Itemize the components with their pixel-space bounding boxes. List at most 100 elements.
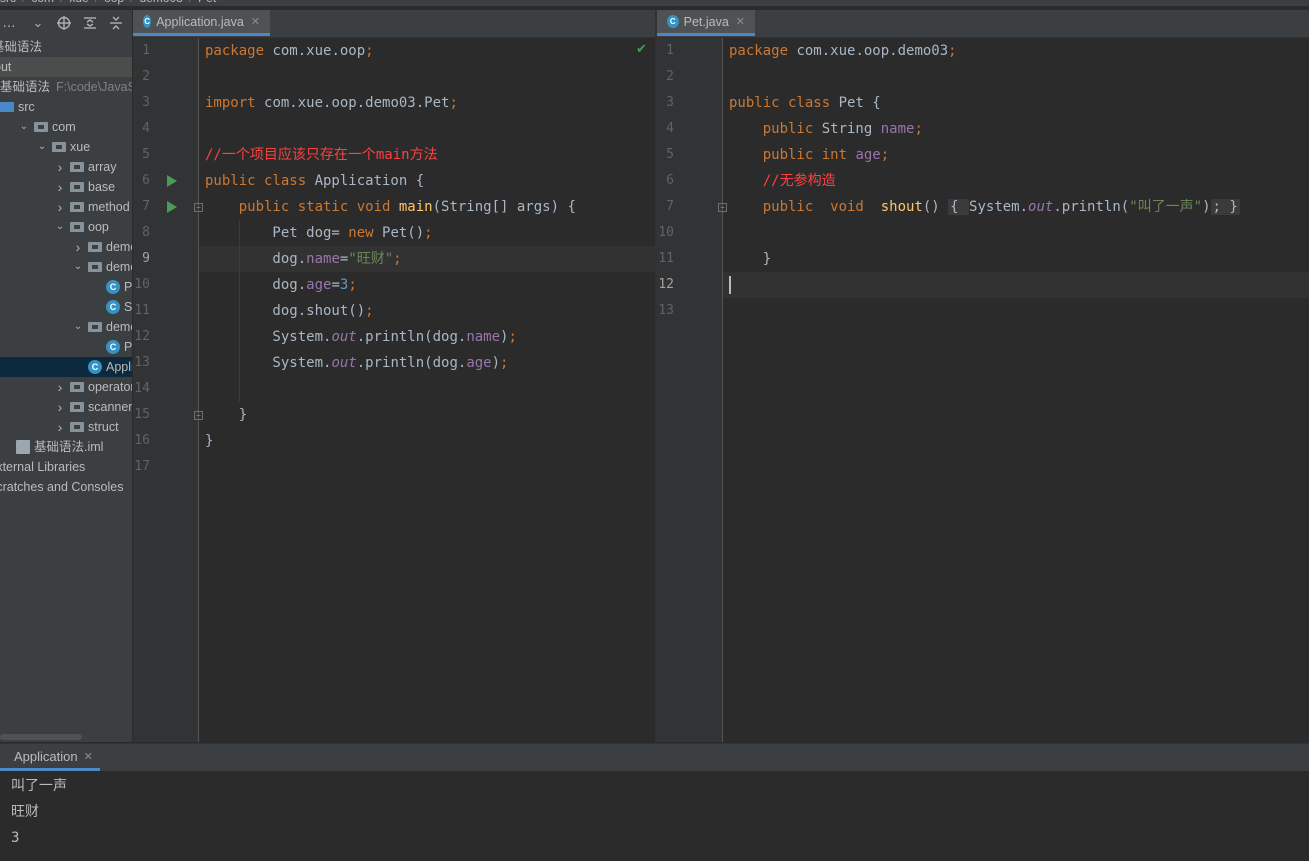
code-line[interactable] — [205, 64, 655, 90]
code-line[interactable]: package com.xue.oop.demo03; — [729, 38, 1309, 64]
code-token: System. — [205, 329, 332, 345]
tree-row-libs[interactable]: External Libraries — [0, 457, 132, 477]
code-line[interactable] — [205, 376, 655, 402]
chevron-down-icon[interactable]: ⌄ — [36, 137, 48, 157]
chevron-right-icon[interactable]: › — [72, 237, 84, 257]
tree-item-text: array — [88, 160, 117, 174]
line-number: 9 — [142, 251, 150, 266]
code-line[interactable]: } — [205, 428, 655, 454]
tree-row-package[interactable]: ⌄ oop — [0, 217, 132, 237]
code-area-right[interactable]: package com.xue.oop.demo03; public class … — [723, 38, 1309, 742]
code-line[interactable]: System.out.println(dog.name); — [205, 324, 655, 350]
chevron-right-icon[interactable]: › — [54, 157, 66, 177]
code-line[interactable]: dog.name="旺财"; — [205, 246, 655, 272]
code-line[interactable] — [205, 454, 655, 480]
class-icon: C — [667, 15, 679, 28]
chevron-right-icon[interactable]: › — [54, 177, 66, 197]
editor-tabbar-left: C Application.java ✕ — [133, 10, 655, 38]
tree-row-class[interactable]: C Person — [0, 277, 132, 297]
chevron-down-icon[interactable]: ⌄ — [54, 217, 66, 237]
collapse-all-icon[interactable] — [107, 14, 125, 32]
code-line[interactable] — [729, 64, 1309, 90]
chevron-down-icon[interactable]: ⌄ — [29, 14, 47, 32]
code-line[interactable]: package com.xue.oop; — [205, 38, 655, 64]
chevron-down-icon[interactable]: ⌄ — [72, 257, 84, 277]
code-line[interactable]: dog.shout(); — [205, 298, 655, 324]
code-line[interactable]: Pet dog= new Pet(); — [205, 220, 655, 246]
ellipsis-icon[interactable]: … — [0, 14, 18, 32]
target-icon[interactable] — [55, 14, 73, 32]
tab-pet-java[interactable]: C Pet.java ✕ — [657, 10, 755, 36]
run-gutter-icon[interactable] — [167, 201, 177, 213]
tab-application-java[interactable]: C Application.java ✕ — [133, 10, 270, 36]
breadcrumb: src/com/xue/oop/demo03/Pet — [0, 0, 1309, 6]
console-output[interactable]: 叫了一声 旺财 3 — [11, 773, 67, 851]
code-line[interactable]: public int age; — [729, 142, 1309, 168]
tree-row-module-root[interactable]: 基础语法 F:\code\JavaSE — [0, 77, 132, 97]
code-line[interactable]: //一个项目应该只存在一个main方法 — [205, 142, 655, 168]
chevron-right-icon[interactable]: › — [54, 377, 66, 397]
tree-row-package[interactable]: › method — [0, 197, 132, 217]
editor-pet[interactable]: C Pet.java ✕ 1 2 3 4 5 6 7 10 11 12 13− package co… — [657, 10, 1309, 742]
close-icon[interactable]: ✕ — [251, 15, 260, 28]
tree-row-package[interactable]: › operator — [0, 377, 132, 397]
breadcrumb-item[interactable]: Pet — [198, 0, 216, 5]
tree-row-src-folder[interactable]: src — [0, 97, 132, 117]
code-line[interactable]: public static void main(String[] args) { — [205, 194, 655, 220]
run-gutter-icon[interactable] — [167, 175, 177, 187]
code-token: main — [398, 199, 433, 215]
code-line[interactable]: System.out.println(dog.age); — [205, 350, 655, 376]
tree-row-package[interactable]: › base — [0, 177, 132, 197]
code-line[interactable]: //无参构造 — [729, 168, 1309, 194]
chevron-right-icon[interactable]: › — [54, 417, 66, 437]
close-icon[interactable]: ✕ — [84, 750, 93, 763]
breadcrumb-item[interactable]: oop — [104, 0, 124, 5]
code-line[interactable]: } — [205, 402, 655, 428]
tree-row-package[interactable]: ⌄ demo02 — [0, 257, 132, 277]
tree-row-folder-excluded[interactable]: out — [0, 57, 132, 77]
code-line[interactable] — [729, 220, 1309, 246]
tree-row-package[interactable]: › demo01 — [0, 237, 132, 257]
breadcrumb-item[interactable]: demo03 — [139, 0, 182, 5]
tree-row-package[interactable]: › struct — [0, 417, 132, 437]
code-line[interactable] — [729, 272, 1309, 298]
code-area-left[interactable]: package com.xue.oop; import com.xue.oop.d… — [199, 38, 655, 742]
code-line[interactable]: import com.xue.oop.demo03.Pet; — [205, 90, 655, 116]
tree-row-class[interactable]: C Pet — [0, 337, 132, 357]
editor-application[interactable]: C Application.java ✕ 1 2 3 4 5 6 7 8 9 10 11 12 13 14… — [133, 10, 655, 742]
code-line[interactable]: public void shout() { System.out.println… — [729, 194, 1309, 220]
code-line[interactable]: public class Application { — [205, 168, 655, 194]
tree-row-package[interactable]: ⌄ xue — [0, 137, 132, 157]
tree-item-text: struct — [88, 420, 119, 434]
tree-row-class-main[interactable]: C Application — [0, 357, 132, 377]
code-line[interactable]: public class Pet { — [729, 90, 1309, 116]
tree-item-label: base — [88, 177, 115, 197]
tree-row-package[interactable]: ⌄ com — [0, 117, 132, 137]
breadcrumb-item[interactable]: src — [0, 0, 16, 5]
chevron-right-icon[interactable]: › — [54, 197, 66, 217]
breadcrumb-item[interactable]: com — [31, 0, 54, 5]
tree-row-module[interactable]: 基础语法 — [0, 37, 132, 57]
tree-item-label: 基础语法.iml — [34, 437, 103, 457]
tree-row-class[interactable]: C Student — [0, 297, 132, 317]
code-token: public int — [729, 147, 856, 163]
tree-row-package[interactable]: › array — [0, 157, 132, 177]
code-line[interactable] — [729, 298, 1309, 324]
chevron-down-icon[interactable]: ⌄ — [72, 317, 84, 337]
tree-row-iml[interactable]: 基础语法.iml — [0, 437, 132, 457]
chevron-down-icon[interactable]: ⌄ — [18, 117, 30, 137]
run-tab-application[interactable]: Application ✕ — [0, 744, 100, 771]
tree-row-scratches[interactable]: Scratches and Consoles — [0, 477, 132, 497]
code-line[interactable]: dog.age=3; — [205, 272, 655, 298]
tree-row-package[interactable]: ⌄ demo03 — [0, 317, 132, 337]
tree-row-package[interactable]: › scanner — [0, 397, 132, 417]
project-horizontal-scrollbar[interactable] — [0, 734, 82, 740]
chevron-right-icon[interactable]: › — [54, 397, 66, 417]
breadcrumb-item[interactable]: xue — [69, 0, 88, 5]
code-line[interactable]: } — [729, 246, 1309, 272]
code-line[interactable]: public String name; — [729, 116, 1309, 142]
expand-all-icon[interactable] — [81, 14, 99, 32]
code-line[interactable] — [205, 116, 655, 142]
close-icon[interactable]: ✕ — [736, 15, 745, 28]
code-token: ; — [948, 43, 957, 59]
